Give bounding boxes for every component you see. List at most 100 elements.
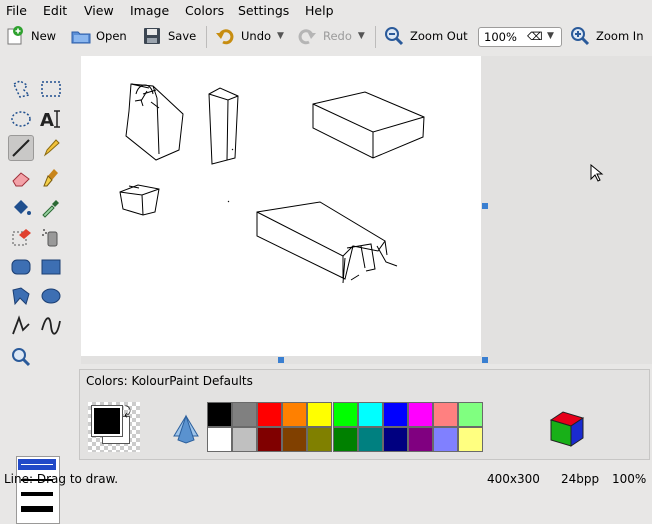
connected-lines-tool[interactable] xyxy=(8,313,34,339)
menu-image[interactable]: Image xyxy=(130,3,169,18)
color-swatch[interactable] xyxy=(458,402,483,427)
color-swatch[interactable] xyxy=(207,427,232,452)
rounded-rectangle-tool[interactable] xyxy=(8,254,34,280)
canvas-drawing xyxy=(119,83,425,284)
color-swatch[interactable] xyxy=(458,427,483,452)
menu-settings[interactable]: Settings xyxy=(238,3,289,18)
color-swatch[interactable] xyxy=(407,427,433,452)
chevron-down-icon[interactable]: ▼ xyxy=(547,31,554,41)
color-swatch[interactable] xyxy=(257,427,283,452)
eraser-tool[interactable] xyxy=(8,165,34,191)
canvas-area[interactable] xyxy=(81,56,652,364)
curve-tool[interactable] xyxy=(38,313,64,339)
foreground-color-swatch[interactable] xyxy=(91,405,123,437)
color-swatch[interactable] xyxy=(307,402,333,427)
text-tool[interactable]: A xyxy=(38,106,64,132)
redo-dropdown-icon[interactable]: ▼ xyxy=(358,31,365,41)
clear-text-icon[interactable]: ⌫ xyxy=(527,30,543,43)
line-icon xyxy=(12,139,30,157)
status-zoom: 100% xyxy=(612,472,647,486)
save-button[interactable]: Save xyxy=(142,24,196,48)
new-label: New xyxy=(31,29,57,43)
rectangular-select-tool[interactable] xyxy=(38,76,64,102)
color-swatch[interactable] xyxy=(232,427,258,452)
color-box: Colors: KolourPaint Defaults ⤸ xyxy=(79,369,650,460)
rectangle-tool[interactable] xyxy=(38,254,64,280)
undo-icon xyxy=(215,26,235,46)
color-eraser-icon xyxy=(12,229,31,246)
drawing-canvas[interactable] xyxy=(81,56,481,356)
redo-label: Redo xyxy=(323,29,352,43)
eyedropper-icon xyxy=(42,200,59,218)
line-width-3[interactable] xyxy=(21,492,53,496)
open-label: Open xyxy=(96,29,127,43)
ellipse-icon xyxy=(41,288,61,304)
free-form-select-icon xyxy=(13,80,31,98)
spraycan-tool[interactable] xyxy=(38,224,64,250)
color-swatch[interactable] xyxy=(382,402,408,427)
toolbar-separator xyxy=(206,26,207,48)
color-swatch[interactable] xyxy=(407,402,433,427)
menu-bar: File Edit View Image Colors Settings Hel… xyxy=(0,0,652,20)
elliptical-select-tool[interactable] xyxy=(8,106,34,132)
undo-dropdown-icon[interactable]: ▼ xyxy=(277,31,284,41)
menu-edit[interactable]: Edit xyxy=(43,3,67,18)
zoom-out-button[interactable]: Zoom Out xyxy=(384,24,468,48)
swap-colors-icon[interactable]: ⤸ xyxy=(124,404,131,419)
line-width-chooser xyxy=(16,456,60,524)
color-swatch[interactable] xyxy=(432,427,458,452)
color-swatch[interactable] xyxy=(332,427,358,452)
line-width-1[interactable] xyxy=(21,464,53,465)
status-bar: Line: Drag to draw. 400x300 24bpp 100% xyxy=(0,468,652,490)
pencil-icon xyxy=(43,139,60,157)
resize-handle-right[interactable] xyxy=(482,203,488,209)
color-swatch[interactable] xyxy=(307,427,333,452)
zoom-in-icon xyxy=(570,26,590,46)
status-image-size: 400x300 xyxy=(487,472,540,486)
color-swatch[interactable] xyxy=(232,402,258,427)
svg-text:A: A xyxy=(40,110,54,130)
brush-tool[interactable] xyxy=(38,165,64,191)
status-color-depth: 24bpp xyxy=(561,472,600,486)
zoom-in-button[interactable]: Zoom In xyxy=(570,24,644,48)
color-swatch[interactable] xyxy=(382,427,408,452)
new-button[interactable]: New xyxy=(5,24,56,48)
save-label: Save xyxy=(168,29,197,43)
toolbar-separator xyxy=(375,26,376,48)
color-similarity-icon[interactable] xyxy=(172,414,200,444)
pen-tool[interactable] xyxy=(38,135,64,161)
color-swatch[interactable] xyxy=(332,402,358,427)
menu-help[interactable]: Help xyxy=(305,3,334,18)
line-tool[interactable] xyxy=(8,135,34,161)
color-swatch[interactable] xyxy=(432,402,458,427)
palette-title: Colors: KolourPaint Defaults xyxy=(86,374,253,388)
zoom-level-value[interactable]: 100% xyxy=(484,30,517,44)
color-picker-tool[interactable] xyxy=(38,194,64,220)
zoom-level-combobox[interactable]: 100% ⌫ ▼ xyxy=(478,27,562,47)
color-swatch[interactable] xyxy=(282,402,308,427)
color-eraser-tool[interactable] xyxy=(8,224,34,250)
color-swatch[interactable] xyxy=(357,427,383,452)
free-form-select-tool[interactable] xyxy=(8,76,34,102)
menu-view[interactable]: View xyxy=(84,3,114,18)
undo-button[interactable]: Undo ▼ xyxy=(215,24,284,48)
menu-colors[interactable]: Colors xyxy=(185,3,224,18)
resize-handle-bottom[interactable] xyxy=(278,357,284,363)
redo-button[interactable]: Redo ▼ xyxy=(297,24,365,48)
color-swatch[interactable] xyxy=(282,427,308,452)
color-swatch[interactable] xyxy=(357,402,383,427)
polygon-tool[interactable] xyxy=(8,283,34,309)
eraser-icon xyxy=(12,172,30,187)
curve-icon xyxy=(41,317,61,335)
resize-handle-corner[interactable] xyxy=(482,357,488,363)
zoom-tool[interactable] xyxy=(8,344,34,370)
spraycan-icon xyxy=(42,229,58,247)
menu-file[interactable]: File xyxy=(6,3,27,18)
ellipse-tool[interactable] xyxy=(38,283,64,309)
color-swatch[interactable] xyxy=(207,402,232,427)
line-width-4[interactable] xyxy=(21,506,53,512)
flood-fill-tool[interactable] xyxy=(8,194,34,220)
open-button[interactable]: Open xyxy=(70,24,127,48)
zoom-out-label: Zoom Out xyxy=(410,29,468,43)
color-swatch[interactable] xyxy=(257,402,283,427)
